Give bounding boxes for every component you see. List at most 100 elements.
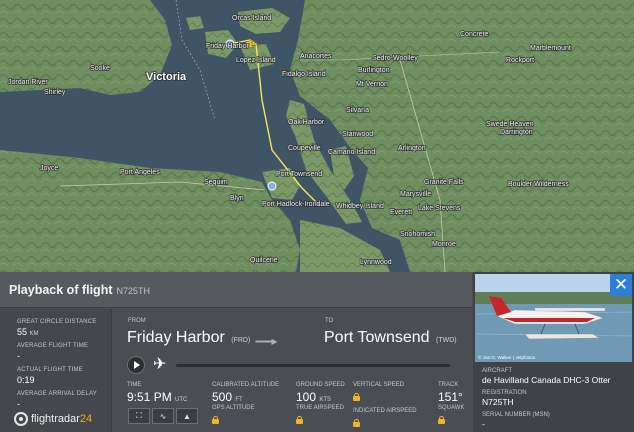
label-monroe: Monroe [432, 241, 456, 248]
aircraft-type-value[interactable]: de Havilland Canada DHC-3 Otter [482, 375, 611, 385]
aircraft-type-label: AIRCRAFT [482, 368, 512, 374]
label-friday-harbor: Friday Harbor [206, 43, 249, 50]
stat-value: 0:19 [17, 375, 35, 385]
logo-text: flightradar24 [31, 413, 93, 425]
registration-value[interactable]: N725TH [482, 397, 527, 407]
squawk-label: SQUAWK [438, 405, 465, 411]
label-marblemount: Marblemount [530, 45, 571, 52]
time-value: 9:51 PM UTC [127, 390, 188, 404]
stat-actual-flight-time: ACTUAL FLIGHT TIME 0:19 [17, 367, 83, 385]
label-marysville: Marysville [400, 191, 431, 198]
cal-altitude-value: 500 FT [212, 390, 243, 404]
label-lynnwood: Lynnwood [360, 259, 392, 266]
map-tool-buttons: ⛶ ∿ ▲ [128, 408, 198, 424]
track-cell: TRACK 151° SQUAWK [438, 382, 464, 429]
label-rockport: Rockport [506, 57, 534, 64]
true-airspeed-label: TRUE AIRSPEED [296, 405, 345, 411]
label-swede-heaven: Swede Heaven [486, 121, 534, 128]
flightradar24-logo[interactable]: flightradar24 [14, 412, 92, 426]
fullscreen-button[interactable]: ⛶ [128, 408, 150, 424]
time-label: TIME [127, 382, 142, 388]
label-oak-harbor: Oak Harbor [288, 119, 325, 126]
aircraft-registration: REGISTRATION N725TH [482, 390, 527, 407]
aircraft-info-column: © Joe G. Walker | Jetphotos ✕ AIRCRAFT d… [473, 272, 634, 432]
stat-value: - [17, 399, 20, 409]
label-lake-stevens: Lake Stevens [418, 205, 461, 212]
photo-credit: © Joe G. Walker | Jetphotos [478, 354, 536, 360]
serial-label: SERIAL NUMBER (MSN) [482, 412, 550, 418]
flight-playback-panel: Playback of flight N725TH GREAT CIRCLE DI… [0, 272, 634, 432]
label-concrete: Concrete [460, 31, 489, 38]
lock-icon[interactable] [353, 393, 360, 401]
label-port-townsend: Port Townsend [276, 171, 322, 178]
close-button[interactable]: ✕ [610, 274, 632, 296]
origin-city[interactable]: Friday Harbor (FRD) [127, 329, 250, 347]
aircraft-type: AIRCRAFT de Havilland Canada DHC-3 Otter [482, 368, 611, 385]
label-port-hadlock: Port Hadlock-Irondale [262, 201, 330, 208]
label-coupeville: Coupeville [288, 145, 321, 152]
to-label: TO [325, 318, 334, 324]
destination-city[interactable]: Port Townsend (TWD) [324, 329, 457, 347]
stat-value: - [17, 351, 20, 361]
vertical-speed-label: VERTICAL SPEED [353, 382, 405, 388]
route-button[interactable]: ∿ [152, 408, 174, 424]
stat-label: AVERAGE FLIGHT TIME [17, 343, 89, 349]
stat-great-circle: GREAT CIRCLE DISTANCE 55 KM [17, 319, 97, 337]
flight-map[interactable]: Victoria Friday Harbor Orcas Island Lope… [0, 0, 634, 272]
track-label: TRACK [438, 382, 459, 388]
label-silvana: Silvana [346, 107, 369, 114]
stat-label: ACTUAL FLIGHT TIME [17, 367, 83, 373]
route-arrow-icon: ▪▪▪▪▪▪▪▪▪▶ [255, 337, 278, 346]
serial-value: - [482, 419, 485, 429]
aircraft-photo[interactable]: © Joe G. Walker | Jetphotos ✕ [475, 274, 632, 362]
label-whidbey-island: Whidbey Island [336, 203, 384, 210]
airplane-icon: ✈ [153, 356, 167, 373]
label-jordan-river: Jordan River [8, 79, 48, 86]
registration-label: REGISTRATION [482, 390, 527, 396]
label-granite-falls: Granite Falls [424, 179, 464, 186]
play-button[interactable] [127, 356, 145, 374]
playback-timeline[interactable] [176, 364, 450, 367]
label-blyn: Blyn [230, 195, 244, 202]
label-mt-vernon: Mt Vernon [356, 81, 388, 88]
ground-speed-label: GROUND SPEED [296, 382, 345, 388]
lock-icon[interactable] [353, 419, 360, 427]
lock-icon[interactable] [212, 416, 219, 424]
stat-label: AVERAGE ARRIVAL DELAY [17, 391, 98, 397]
lock-icon[interactable] [296, 416, 303, 424]
vertical-speed-cell: VERTICAL SPEED INDICATED AIRSPEED [353, 382, 417, 432]
track-value: 151° [438, 390, 463, 404]
playback-controls: ✈ [112, 354, 472, 378]
label-arlington: Arlington [398, 145, 426, 152]
label-port-angeles: Port Angeles [120, 169, 160, 176]
label-burlington: Burlington [358, 67, 390, 74]
label-sequim: Sequim [204, 179, 228, 186]
altitude-graph-button[interactable]: ▲ [176, 408, 198, 424]
label-sedro-woolley: Sedro-Woolley [372, 55, 418, 62]
ground-speed-cell: GROUND SPEED 100 KTS TRUE AIRSPEED [296, 382, 345, 429]
from-label: FROM [128, 318, 146, 324]
panel-title: Playback of flight N725TH [9, 283, 150, 297]
cal-altitude-cell: CALIBRATED ALTITUDE 500 FT GPS ALTITUDE [212, 382, 279, 429]
stat-avg-arrival-delay: AVERAGE ARRIVAL DELAY - [17, 391, 97, 409]
lock-icon[interactable] [438, 416, 445, 424]
label-camano-island: Camano Island [328, 149, 375, 156]
ground-speed-value: 100 KTS [296, 390, 332, 404]
airport-marker-destination [267, 181, 277, 191]
radar-icon [14, 412, 28, 426]
panel-title-text: Playback of flight [9, 283, 113, 297]
label-quilcene: Quilcene [250, 257, 278, 264]
panel-header: Playback of flight N725TH [0, 272, 472, 308]
label-boulder: Boulder Wilderness [508, 181, 569, 188]
gps-altitude-label: GPS ALTITUDE [212, 405, 255, 411]
flight-data-grid: TIME 9:51 PM UTC CALIBRATED ALTITUDE 500… [112, 382, 472, 432]
stat-label: GREAT CIRCLE DISTANCE [17, 319, 97, 325]
label-stanwood: Stanwood [342, 131, 373, 138]
label-sooke: Sooke [90, 65, 110, 72]
aircraft-serial: SERIAL NUMBER (MSN) - [482, 412, 550, 429]
label-shirley: Shirley [44, 89, 66, 96]
label-darrington: Darrington [500, 129, 533, 136]
label-joyce: Joyce [40, 165, 58, 172]
label-orcas-island: Orcas Island [232, 15, 271, 22]
label-victoria: Victoria [146, 71, 187, 83]
